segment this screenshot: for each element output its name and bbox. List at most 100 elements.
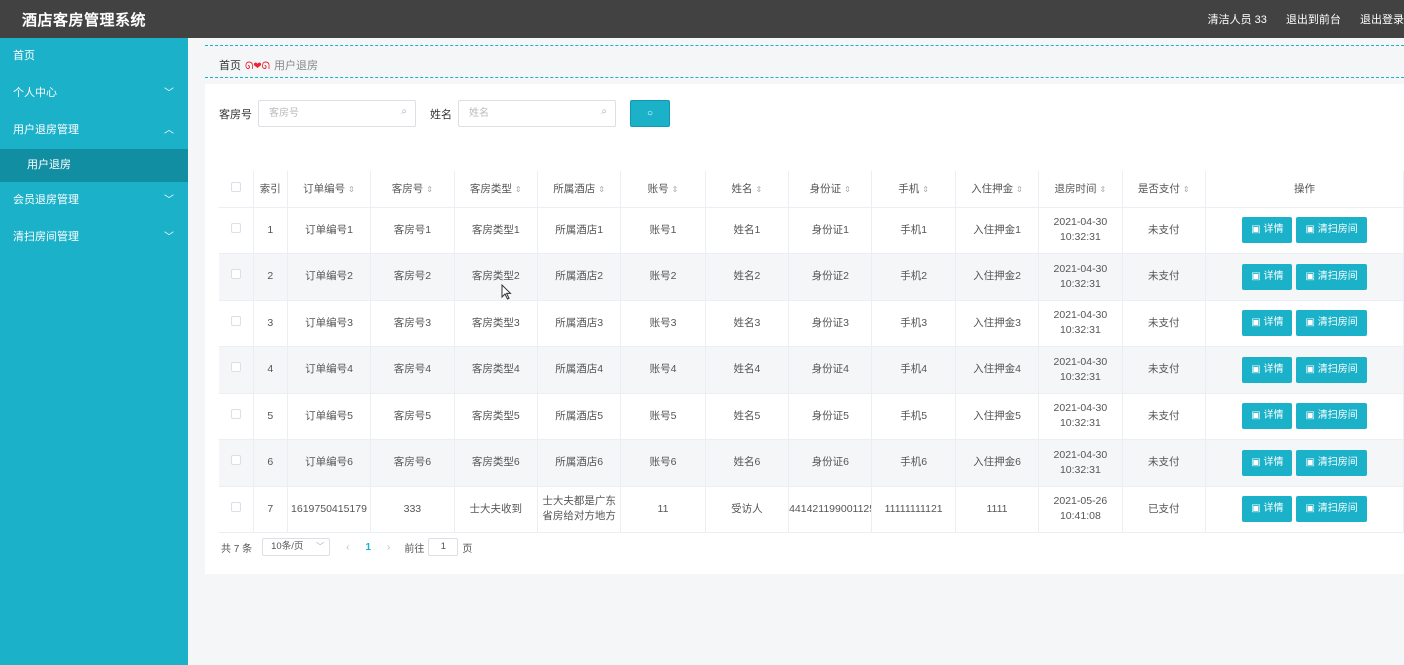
table-cell: 2021-04-30 10:32:31 [1038,207,1123,254]
next-page-button[interactable]: › [387,542,390,553]
table-cell: 身份证3 [788,300,873,347]
table-cell: 入住押金4 [955,346,1040,394]
name-search-input[interactable] [459,101,589,126]
table-row: 5 订单编号5 客房号5 客房类型5 所属酒店5 账号5 姓名5 身份证5 手机5 入住押金5 20… [219,393,1404,440]
detail-button[interactable]: ▣ 详情 [1242,449,1293,476]
column-header[interactable]: 姓名 ⇕ [705,171,790,208]
clean-room-button[interactable]: ▣ 清扫房间 [1296,496,1367,523]
detail-button[interactable]: ▣ 详情 [1242,403,1293,430]
sort-icon[interactable]: ⇕ [672,185,679,194]
sidebar-item-home[interactable]: 首页 [0,38,188,75]
table-cell: 身份证4 [788,346,873,394]
table-cell: 手机2 [871,253,956,301]
chevron-down-icon: ﹀ [316,542,325,551]
clean-icon: ▣ [1305,503,1318,515]
row-checkbox[interactable] [230,362,241,373]
table-cell: 7 [253,486,288,533]
sidebar-item-label: 用户退房 [27,159,71,171]
detail-button[interactable]: ▣ 详情 [1242,310,1293,337]
detail-button[interactable]: ▣ 详情 [1242,356,1293,383]
sort-icon[interactable]: ⇕ [1183,185,1190,194]
sidebar-item-user-checkout[interactable]: 用户退房 [0,149,188,182]
sidebar-item-user-checkout-mgmt[interactable]: 用户退房管理 ︿ [0,112,188,149]
row-checkbox[interactable] [230,408,241,419]
sort-icon[interactable]: ⇕ [756,185,763,194]
sort-icon[interactable]: ⇕ [922,185,929,194]
sidebar-item-cleaning-mgmt[interactable]: 清扫房间管理 ﹀ [0,219,188,256]
table-cell: 333 [370,486,455,533]
column-header[interactable]: 是否支付 ⇕ [1122,171,1206,208]
row-select-cell [219,439,254,487]
table-cell: 身份证5 [788,393,873,440]
clean-room-button[interactable]: ▣ 清扫房间 [1296,403,1367,430]
page-size-select[interactable]: 10条/页 ﹀ [262,538,331,556]
table-cell: 入住押金1 [955,207,1040,254]
sort-icon[interactable]: ⇕ [426,185,433,194]
name-label: 姓名 [430,108,452,121]
logout-link[interactable]: 退出登录 [1360,14,1404,26]
prev-page-button[interactable]: ‹ [346,542,349,553]
goto-page-input[interactable]: 1 [428,538,459,556]
row-checkbox[interactable] [230,501,241,512]
column-header[interactable]: 所属酒店 ⇕ [537,171,622,208]
goto-suffix: 页 [462,543,473,555]
breadcrumb-home[interactable]: 首页 [219,60,241,72]
sort-icon[interactable]: ⇕ [1016,185,1023,194]
search-button[interactable]: ○ [630,100,670,127]
row-checkbox[interactable] [230,222,241,233]
column-header[interactable]: 客房类型 ⇕ [454,171,538,208]
sort-icon[interactable]: ⇕ [844,185,851,194]
clean-room-button[interactable]: ▣ 清扫房间 [1296,263,1367,290]
clean-icon: ▣ [1305,456,1318,468]
table-cell: 6 [253,439,288,487]
detail-icon: ▣ [1251,503,1264,515]
clean-room-button[interactable]: ▣ 清扫房间 [1296,356,1367,383]
column-header[interactable]: 手机 ⇕ [871,171,956,208]
detail-button[interactable]: ▣ 详情 [1242,263,1293,290]
column-header[interactable]: 入住押金 ⇕ [955,171,1040,208]
select-all-checkbox[interactable] [230,182,241,193]
clean-room-button[interactable]: ▣ 清扫房间 [1296,217,1367,244]
table-cell: 11 [620,486,706,533]
clean-room-button[interactable]: ▣ 清扫房间 [1296,310,1367,337]
column-header[interactable]: 客房号 ⇕ [370,171,455,208]
table-cell: 所属酒店1 [537,207,622,254]
search-icon: ⌕ [401,106,407,117]
current-user: 清洁人员 33 [1207,14,1267,26]
back-to-front-link[interactable]: 退出到前台 [1286,14,1341,26]
row-checkbox[interactable] [230,455,241,466]
detail-button[interactable]: ▣ 详情 [1242,217,1293,244]
clean-room-button[interactable]: ▣ 清扫房间 [1296,449,1367,476]
action-cell: ▣ 详情 ▣ 清扫房间 [1205,439,1404,487]
row-select-cell [219,300,254,347]
sidebar-item-label: 用户退房管理 [13,124,79,136]
room-input-wrapper: ⌕ [258,100,416,127]
content-panel: 客房号 ⌕ 姓名 ⌕ ○ 索引 订单编号⇕ 客房号⇕ [205,84,1404,574]
column-header[interactable]: 账号 ⇕ [620,171,706,208]
table-cell: 3 [253,300,288,347]
table-cell: 士大夫收到 [454,486,538,533]
table-cell: 已支付 [1122,486,1206,533]
sort-icon[interactable]: ⇕ [348,185,355,194]
table-cell: 订单编号1 [287,207,372,254]
detail-button[interactable]: ▣ 详情 [1242,496,1293,523]
table-cell: 1 [253,207,288,254]
column-header[interactable]: 退房时间 ⇕ [1038,171,1123,208]
row-select-cell [219,207,254,254]
room-search-input[interactable] [259,101,389,126]
column-header[interactable]: 订单编号 ⇕ [287,171,372,208]
sort-icon[interactable]: ⇕ [598,185,605,194]
row-checkbox[interactable] [230,315,241,326]
sidebar-item-member-checkout-mgmt[interactable]: 会员退房管理 ﹀ [0,182,188,219]
action-cell: ▣ 详情 ▣ 清扫房间 [1205,486,1404,533]
column-header[interactable]: 身份证 ⇕ [788,171,873,208]
sidebar-item-profile[interactable]: 个人中心 ﹀ [0,75,188,112]
sort-icon[interactable]: ⇕ [1100,185,1107,194]
table-cell: 身份证1 [788,207,873,254]
page-number[interactable]: 1 [365,542,371,553]
table-cell: 入住押金6 [955,439,1040,487]
row-checkbox[interactable] [230,269,241,280]
table-cell: 订单编号5 [287,393,372,440]
sort-icon[interactable]: ⇕ [515,185,522,194]
action-cell: ▣ 详情 ▣ 清扫房间 [1205,253,1404,301]
